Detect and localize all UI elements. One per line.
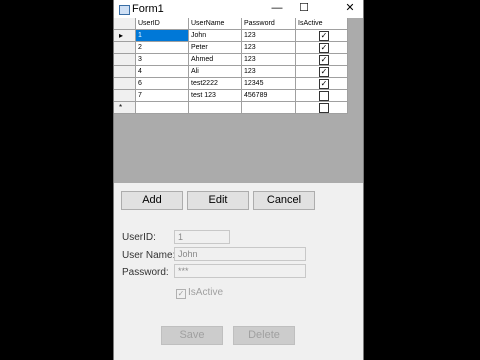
cell-username[interactable]: test 123 [189,90,242,102]
title-bar[interactable]: Form1 — ☐ ✕ [114,0,363,18]
row-header-cell[interactable] [114,66,136,78]
delete-button[interactable]: Delete [233,326,295,345]
isactive-cell-checkbox[interactable] [319,103,329,113]
cell-password[interactable]: 123 [242,66,296,78]
isactive-cell-checkbox[interactable] [319,91,329,101]
save-button[interactable]: Save [161,326,223,345]
close-button[interactable]: ✕ [337,0,363,18]
cell-password[interactable]: 12345 [242,78,296,90]
isactive-checkbox[interactable]: ✓ [176,289,186,299]
isactive-cell-checkbox[interactable]: ✓ [319,79,329,89]
cell-password[interactable]: 123 [242,30,296,42]
minimize-button[interactable]: — [264,0,290,18]
data-grid-view[interactable]: UserID UserName Password IsActive ▸ 1 John… [114,18,363,183]
cell-username[interactable]: test2222 [189,78,242,90]
isactive-cell-checkbox[interactable]: ✓ [319,31,329,41]
cell-isactive: ✓ [296,66,348,78]
userid-field[interactable]: 1 [174,230,230,244]
password-field[interactable]: *** [174,264,306,278]
row-header-cell[interactable]: * [114,102,136,114]
cell-userid[interactable] [136,102,189,114]
cell-username[interactable]: John [189,30,242,42]
maximize-button[interactable]: ☐ [291,0,317,18]
cell-userid[interactable]: 1 [136,30,189,42]
cell-username[interactable]: Peter [189,42,242,54]
column-header-userid[interactable]: UserID [136,18,189,30]
cell-userid[interactable]: 2 [136,42,189,54]
cell-isactive [296,90,348,102]
password-label: Password: [122,267,169,278]
column-header-password[interactable]: Password [242,18,296,30]
cell-password[interactable]: 456789 [242,90,296,102]
userid-label: UserID: [122,232,156,243]
row-header-cell[interactable] [114,90,136,102]
row-header-cell[interactable] [114,42,136,54]
cell-isactive: ✓ [296,30,348,42]
app-icon [119,5,130,15]
cell-username[interactable] [189,102,242,114]
cell-isactive: ✓ [296,78,348,90]
isactive-cell-checkbox[interactable]: ✓ [319,67,329,77]
username-field[interactable]: John [174,247,306,261]
column-header-isactive[interactable]: IsActive [296,18,348,30]
cell-isactive: ✓ [296,54,348,66]
cell-userid[interactable]: 6 [136,78,189,90]
add-button[interactable]: Add [121,191,183,210]
username-label: User Name: [122,250,176,261]
cell-isactive: ✓ [296,42,348,54]
cell-username[interactable]: Ahmed [189,54,242,66]
cell-isactive [296,102,348,114]
cell-userid[interactable]: 7 [136,90,189,102]
row-header-cell[interactable]: ▸ [114,30,136,42]
edit-button[interactable]: Edit [187,191,249,210]
corner-header-cell [114,18,136,30]
isactive-label: IsActive [188,287,224,298]
window-title: Form1 [132,3,164,15]
cell-username[interactable]: Ali [189,66,242,78]
isactive-cell-checkbox[interactable]: ✓ [319,43,329,53]
form1-window: Form1 — ☐ ✕ UserID UserName Password IsA… [113,0,364,360]
isactive-cell-checkbox[interactable]: ✓ [319,55,329,65]
cell-password[interactable]: 123 [242,42,296,54]
row-header-cell[interactable] [114,54,136,66]
column-header-username[interactable]: UserName [189,18,242,30]
cell-userid[interactable]: 4 [136,66,189,78]
row-header-cell[interactable] [114,78,136,90]
cell-password[interactable]: 123 [242,54,296,66]
cancel-button[interactable]: Cancel [253,191,315,210]
cell-userid[interactable]: 3 [136,54,189,66]
cell-password[interactable] [242,102,296,114]
